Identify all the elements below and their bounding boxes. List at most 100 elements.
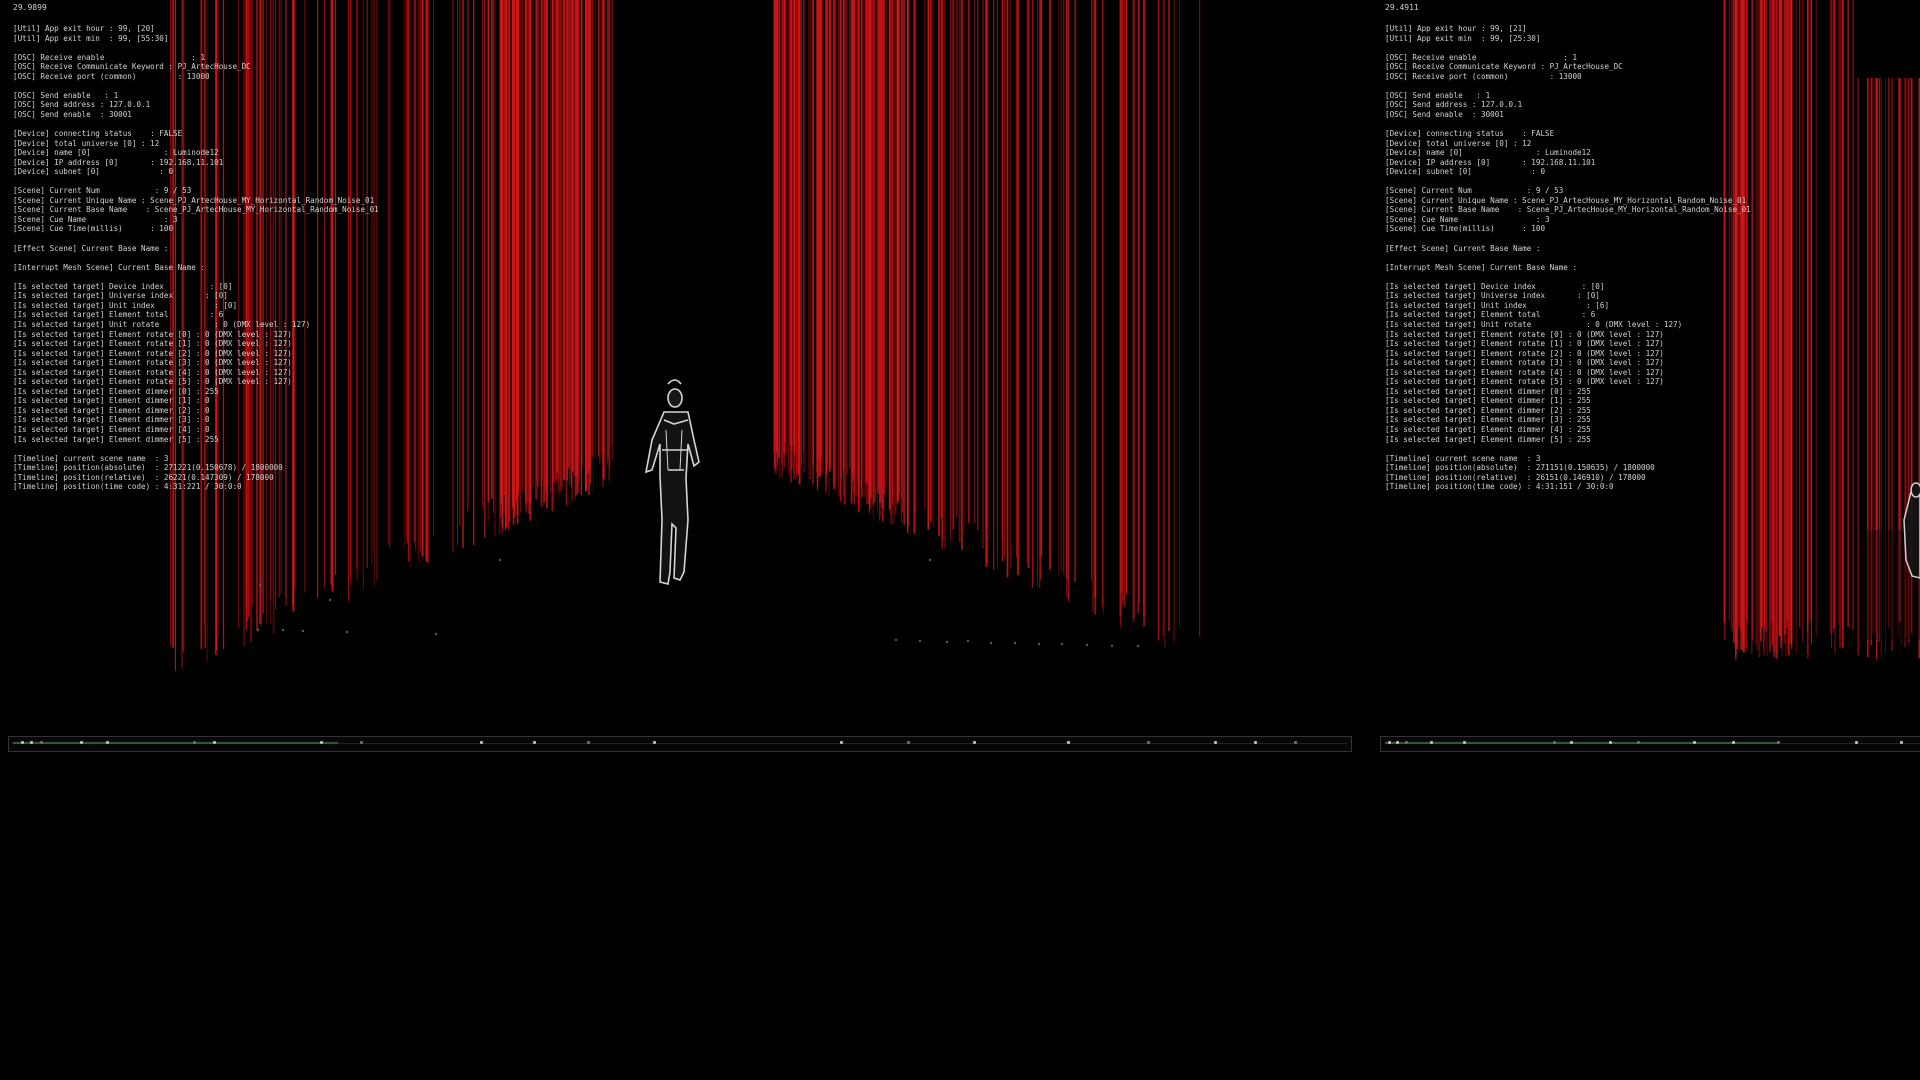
debug-line: [Is selected target] Element rotate [1] …	[13, 339, 292, 349]
empty-output-area	[0, 756, 1920, 1080]
debug-line: [Is selected target] Device index : [0]	[1385, 281, 1605, 291]
timeline-marker[interactable]	[1570, 741, 1573, 744]
debug-line: [Timeline] current scene name : 3	[1385, 453, 1541, 463]
debug-line: [OSC] Receive enable : 1	[13, 52, 206, 62]
timeline-progress	[1385, 742, 1777, 744]
timeline-marker[interactable]	[1693, 741, 1696, 744]
debug-line: [Timeline] position(time code) : 4:31:15…	[1385, 482, 1614, 492]
timeline-marker[interactable]	[193, 741, 196, 744]
debug-line: [Scene] Cue Time(millis) : 100	[1385, 224, 1546, 234]
floor-dot	[434, 632, 438, 636]
timeline-scrubber[interactable]	[1380, 736, 1920, 752]
debug-line: [Is selected target] Unit rotate : 0 (DM…	[1385, 319, 1683, 329]
debug-line: [OSC] Send enable : 1	[13, 90, 119, 100]
debug-line	[13, 177, 379, 187]
timeline-marker[interactable]	[1147, 741, 1150, 744]
timeline-marker[interactable]	[1900, 741, 1903, 744]
debug-line: [Is selected target] Element total : 6	[13, 310, 224, 320]
debug-line: [Is selected target] Element dimmer [3] …	[13, 415, 210, 425]
debug-line	[1385, 253, 1751, 263]
timeline-marker[interactable]	[1463, 741, 1466, 744]
debug-line: [Is selected target] Element dimmer [3] …	[1385, 415, 1591, 425]
debug-line	[13, 272, 379, 282]
debug-line: [Is selected target] Element rotate [3] …	[13, 358, 292, 368]
debug-line: [Util] App exit hour : 99, [21]	[1385, 24, 1527, 33]
floor-dot	[1013, 641, 1017, 645]
timeline-marker[interactable]	[1732, 741, 1735, 744]
timeline-marker[interactable]	[1388, 741, 1391, 744]
debug-line: [Is selected target] Element dimmer [2] …	[1385, 405, 1591, 415]
debug-line: [Device] total universe [0] : 12	[1385, 138, 1532, 148]
debug-line: [Is selected target] Element rotate [0] …	[13, 329, 292, 339]
timeline-marker[interactable]	[653, 741, 656, 744]
debug-line: [Util] App exit hour : 99, [20]	[13, 24, 155, 33]
debug-line: [Device] name [0] : Luminode12	[1385, 148, 1591, 158]
timeline-marker[interactable]	[1294, 741, 1297, 744]
timeline-marker[interactable]	[1553, 741, 1556, 744]
debug-line: [Scene] Current Unique Name : Scene_PJ_A…	[13, 195, 375, 205]
timeline-marker[interactable]	[840, 741, 843, 744]
timeline-marker[interactable]	[1777, 741, 1780, 744]
timeline-marker[interactable]	[1405, 741, 1408, 744]
debug-line: [Device] total universe [0] : 12	[13, 138, 160, 148]
debug-line: [Timeline] current scene name : 3	[13, 453, 169, 463]
floor-dot	[256, 628, 260, 632]
timeline-marker[interactable]	[21, 741, 24, 744]
timeline-marker[interactable]	[1396, 741, 1399, 744]
fps-counter: 29.4911	[1385, 3, 1419, 12]
timeline-marker[interactable]	[213, 741, 216, 744]
debug-line: [Is selected target] Element dimmer [5] …	[1385, 434, 1591, 444]
debug-line: [Timeline] position(relative) : 26221(0.…	[13, 472, 274, 482]
timeline-marker[interactable]	[106, 741, 109, 744]
debug-line: [Is selected target] Universe index : [0…	[1385, 291, 1600, 301]
timeline-marker[interactable]	[1609, 741, 1612, 744]
timeline-marker[interactable]	[320, 741, 323, 744]
timeline-marker[interactable]	[30, 741, 33, 744]
debug-line: [Is selected target] Device index : [0]	[13, 281, 233, 291]
timeline-marker[interactable]	[533, 741, 536, 744]
floor-dot	[945, 640, 949, 644]
debug-line: [Effect Scene] Current Base Name :	[1385, 243, 1541, 253]
timeline-progress	[13, 742, 338, 744]
debug-line	[13, 234, 379, 244]
floor-dot	[301, 629, 305, 633]
debug-line: [Is selected target] Element dimmer [0] …	[1385, 386, 1591, 396]
debug-line: [Timeline] position(absolute) : 271221(0…	[13, 463, 283, 473]
floor-dot	[281, 628, 285, 632]
debug-line: [Is selected target] Unit index : [0]	[13, 300, 238, 310]
timeline-marker[interactable]	[1214, 741, 1217, 744]
timeline-marker[interactable]	[480, 741, 483, 744]
timeline-marker[interactable]	[80, 741, 83, 744]
debug-line: [OSC] Send enable : 30001	[1385, 109, 1504, 119]
debug-line	[13, 81, 379, 91]
timeline-marker[interactable]	[1067, 741, 1070, 744]
debug-line: [Is selected target] Element dimmer [1] …	[1385, 396, 1591, 406]
debug-line: [Is selected target] Element rotate [0] …	[1385, 329, 1664, 339]
timeline-marker[interactable]	[40, 741, 43, 744]
floor-dot	[989, 641, 993, 645]
debug-line	[13, 119, 379, 129]
debug-line: [Device] subnet [0] : 0	[1385, 167, 1546, 177]
debug-line: [Scene] Current Num : 9 / 53	[1385, 186, 1564, 196]
debug-line: [OSC] Receive port (common) : 13000	[1385, 71, 1582, 81]
debug-line: [Scene] Cue Time(millis) : 100	[13, 224, 174, 234]
timeline-marker[interactable]	[1637, 741, 1640, 744]
timeline-marker[interactable]	[1254, 741, 1257, 744]
timeline-marker[interactable]	[1855, 741, 1858, 744]
debug-line	[1385, 119, 1751, 129]
timeline-marker[interactable]	[907, 741, 910, 744]
floor-dot	[918, 639, 922, 643]
timeline-marker[interactable]	[360, 741, 363, 744]
timeline-marker[interactable]	[1430, 741, 1433, 744]
debug-line: [OSC] Receive Communicate Keyword : PJ_A…	[1385, 62, 1623, 72]
debug-line: [Scene] Current Unique Name : Scene_PJ_A…	[1385, 195, 1747, 205]
debug-line: [Effect Scene] Current Base Name :	[13, 243, 169, 253]
debug-line: [Is selected target] Element rotate [2] …	[1385, 348, 1664, 358]
fps-counter: 29.9899	[13, 3, 47, 12]
timeline-marker[interactable]	[587, 741, 590, 744]
timeline-marker[interactable]	[973, 741, 976, 744]
timeline-scrubber[interactable]	[8, 736, 1352, 752]
debug-line	[1385, 234, 1751, 244]
debug-info-text: [Util] App exit hour : 99, [21] [Util] Ap…	[1385, 24, 1751, 492]
debug-line: [Device] subnet [0] : 0	[13, 167, 174, 177]
